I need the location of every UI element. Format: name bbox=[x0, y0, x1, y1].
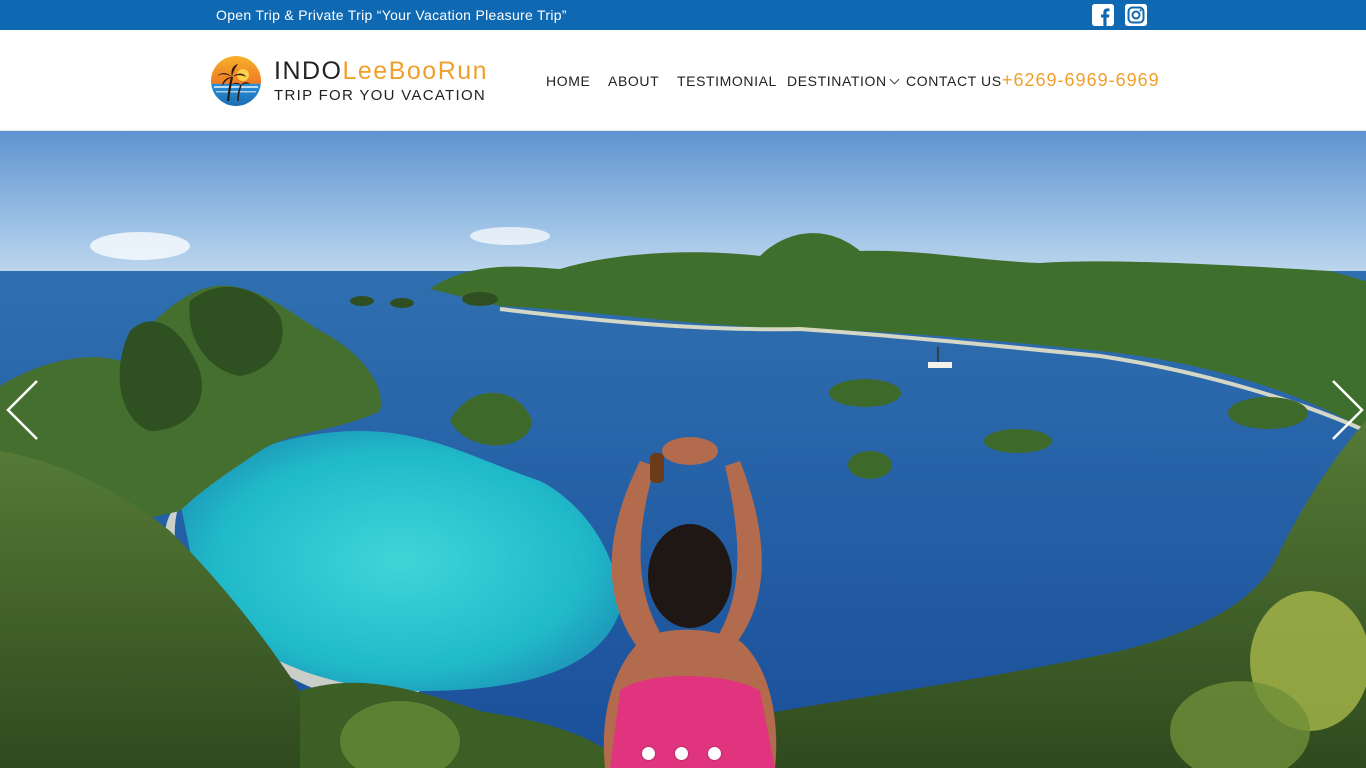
nav-home[interactable]: HOME bbox=[546, 73, 590, 89]
hero-slider bbox=[0, 131, 1366, 768]
nav-testimonial[interactable]: TESTIMONIAL bbox=[677, 73, 777, 89]
slider-prev-arrow-icon[interactable] bbox=[4, 379, 44, 441]
slider-next-arrow-icon[interactable] bbox=[1326, 379, 1366, 441]
brand-name-part1: INDO bbox=[274, 57, 343, 85]
slider-dot[interactable] bbox=[642, 747, 655, 760]
slider-dot[interactable] bbox=[708, 747, 721, 760]
slider-dots bbox=[642, 747, 721, 760]
nav-about[interactable]: ABOUT bbox=[608, 73, 659, 89]
slider-dot[interactable] bbox=[675, 747, 688, 760]
brand-name: INDOLeeBooRun bbox=[274, 58, 488, 84]
top-bar: Open Trip & Private Trip “Your Vacation … bbox=[0, 0, 1366, 30]
phone-number[interactable]: +6269-6969-6969 bbox=[1002, 70, 1160, 91]
brand-name-part2: LeeBooRun bbox=[342, 57, 489, 85]
chevron-down-icon bbox=[889, 74, 900, 85]
nav-contact-us[interactable]: CONTACT US bbox=[906, 73, 1002, 89]
nav-destination[interactable]: DESTINATION bbox=[787, 73, 900, 89]
facebook-icon[interactable] bbox=[1092, 4, 1114, 26]
instagram-icon[interactable] bbox=[1125, 4, 1147, 26]
tagline: Open Trip & Private Trip “Your Vacation … bbox=[216, 7, 567, 23]
palm-sunset-logo-icon[interactable] bbox=[210, 55, 262, 107]
nav-destination-label: DESTINATION bbox=[787, 73, 887, 89]
brand-logo-text[interactable]: INDOLeeBooRun TRIP FOR YOU VACATION bbox=[274, 58, 488, 104]
site-header: INDOLeeBooRun TRIP FOR YOU VACATION HOME… bbox=[0, 30, 1366, 131]
brand-subtitle: TRIP FOR YOU VACATION bbox=[274, 87, 487, 104]
hero-image-raja-ampat bbox=[0, 131, 1366, 768]
